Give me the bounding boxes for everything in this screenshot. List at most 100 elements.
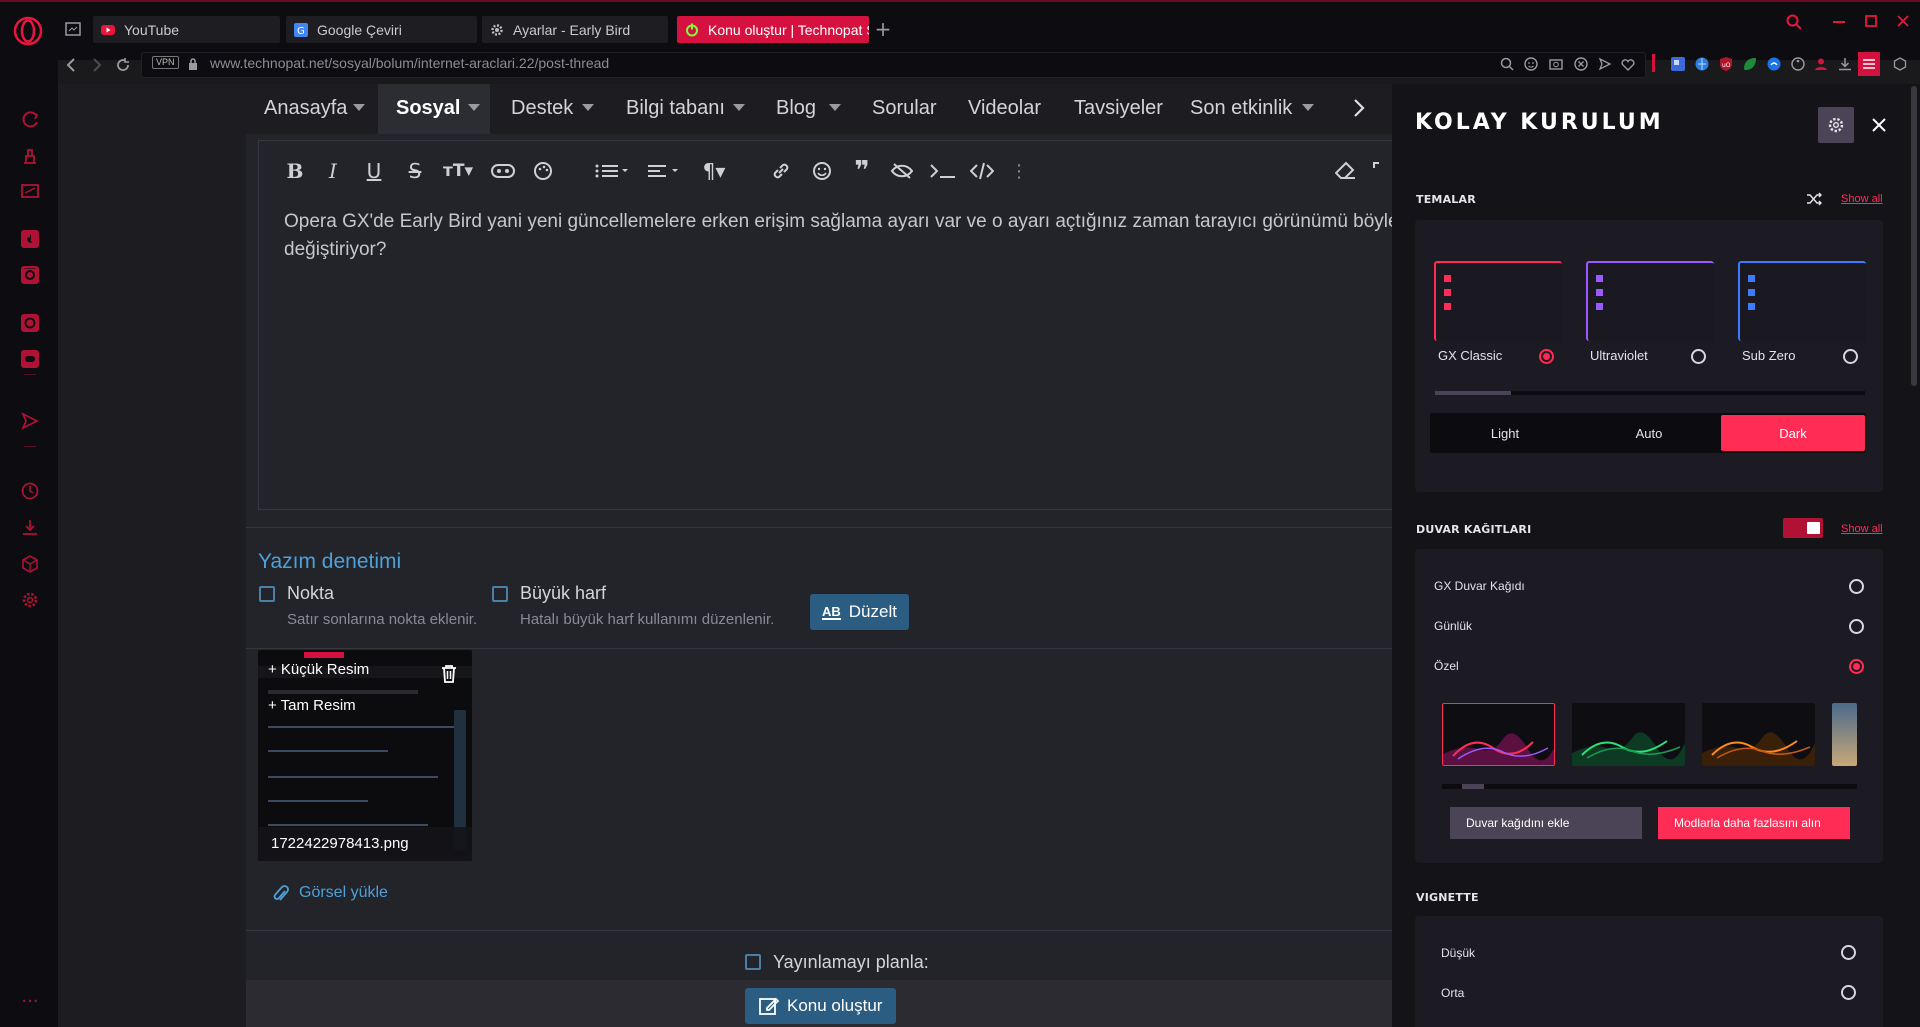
link-icon[interactable] bbox=[768, 158, 794, 184]
nav-caret-icon[interactable] bbox=[829, 104, 841, 111]
flow-send-icon[interactable] bbox=[1597, 56, 1613, 72]
vignette-option-label[interactable]: Orta bbox=[1441, 986, 1464, 1000]
thumbnail-insert-link[interactable]: + Küçük Resim bbox=[268, 661, 369, 678]
new-tab-plus-icon[interactable]: + bbox=[873, 17, 893, 41]
link-style-icon[interactable] bbox=[490, 158, 516, 184]
ublock-icon[interactable]: uO bbox=[1718, 56, 1734, 72]
full-image-insert-link[interactable]: + Tam Resim bbox=[268, 697, 356, 714]
nav-tavsiyeler[interactable]: Tavsiyeler bbox=[1074, 97, 1163, 120]
create-thread-button[interactable]: Konu oluştur bbox=[745, 988, 897, 1024]
vignette-medium-radio[interactable] bbox=[1841, 985, 1856, 1000]
mode-dark[interactable]: Dark bbox=[1721, 415, 1865, 451]
tab-settings[interactable]: Ayarlar - Early Bird bbox=[482, 16, 668, 43]
strikethrough-icon[interactable]: S bbox=[402, 158, 428, 184]
color-palette-icon[interactable] bbox=[530, 158, 556, 184]
close-window-icon[interactable] bbox=[1892, 10, 1914, 32]
theme-ultraviolet-preview[interactable] bbox=[1586, 261, 1714, 341]
paragraph-icon[interactable]: ¶▾ bbox=[696, 158, 732, 184]
gx-corner-icon[interactable] bbox=[19, 180, 41, 202]
wallpaper-option-label[interactable]: Özel bbox=[1434, 659, 1459, 673]
editor-box[interactable] bbox=[258, 140, 1392, 510]
wallpaper-option-label[interactable]: GX Duvar Kağıdı bbox=[1434, 579, 1525, 593]
forward-icon[interactable] bbox=[88, 56, 106, 74]
discord-icon[interactable] bbox=[19, 348, 41, 370]
extensions-icon[interactable] bbox=[19, 553, 41, 575]
code-icon[interactable] bbox=[969, 158, 995, 184]
twitch-icon[interactable] bbox=[19, 228, 41, 250]
vignette-option-label[interactable]: Düşük bbox=[1441, 946, 1475, 960]
wallpapers-scroll-thumb[interactable] bbox=[1462, 784, 1484, 789]
wallpaper-custom-radio[interactable] bbox=[1849, 659, 1864, 674]
back-icon[interactable] bbox=[62, 56, 80, 74]
period-label[interactable]: Nokta bbox=[287, 583, 334, 604]
vignette-low-radio[interactable] bbox=[1841, 945, 1856, 960]
tab-google-translate[interactable]: G Google Çeviri bbox=[286, 16, 477, 43]
vpn-badge[interactable]: VPN bbox=[152, 56, 179, 69]
themes-scroll-thumb[interactable] bbox=[1435, 391, 1511, 395]
tab-create-thread[interactable]: Konu oluştur | Technopat S bbox=[677, 16, 869, 43]
schedule-checkbox[interactable] bbox=[745, 954, 761, 970]
nav-next-arrow-icon[interactable] bbox=[1350, 96, 1368, 120]
mode-light[interactable]: Light bbox=[1433, 415, 1577, 451]
theme-gx-classic-label[interactable]: GX Classic bbox=[1438, 348, 1502, 363]
lock-icon[interactable] bbox=[187, 57, 199, 71]
panel-scrollbar[interactable] bbox=[1908, 84, 1920, 1027]
opera-logo-icon[interactable] bbox=[13, 16, 43, 46]
editor-text[interactable]: Opera GX'de Early Bird yani yeni güncell… bbox=[284, 208, 1394, 264]
wallpaper-toggle[interactable] bbox=[1783, 518, 1823, 538]
nav-sosyal[interactable]: Sosyal bbox=[396, 97, 460, 120]
bold-icon[interactable]: B bbox=[282, 158, 308, 184]
nav-caret-icon[interactable] bbox=[733, 104, 745, 111]
wallpapers-show-all-link[interactable]: Show all bbox=[1841, 523, 1883, 535]
download-icon[interactable] bbox=[1837, 56, 1853, 72]
gx-control-icon[interactable] bbox=[19, 108, 41, 130]
list-icon[interactable] bbox=[594, 158, 632, 184]
profile-extension-icon[interactable] bbox=[1813, 56, 1829, 72]
mode-auto[interactable]: Auto bbox=[1577, 415, 1721, 451]
send-icon[interactable] bbox=[19, 410, 41, 432]
wallpaper-thumb-green[interactable] bbox=[1572, 703, 1685, 766]
wallpaper-thumb-red[interactable] bbox=[1442, 703, 1555, 766]
wallpaper-gx-radio[interactable] bbox=[1849, 579, 1864, 594]
nav-caret-icon[interactable] bbox=[1302, 104, 1314, 111]
wallpapers-scrollbar[interactable] bbox=[1442, 784, 1857, 789]
more-options-icon[interactable]: ⋮ bbox=[1006, 158, 1032, 184]
nav-bilgi-tabani[interactable]: Bilgi tabanı bbox=[626, 97, 725, 120]
panel-settings-gear-icon[interactable] bbox=[1818, 107, 1854, 143]
heart-bookmark-icon[interactable] bbox=[1620, 56, 1636, 72]
wallpaper-daily-radio[interactable] bbox=[1849, 619, 1864, 634]
theme-sub-zero-radio[interactable] bbox=[1843, 349, 1858, 364]
url-text[interactable]: www.technopat.net/sosyal/bolum/internet-… bbox=[210, 55, 609, 71]
emoji-icon[interactable] bbox=[1523, 56, 1539, 72]
nav-destek[interactable]: Destek bbox=[511, 97, 573, 120]
adblock-icon[interactable] bbox=[1573, 56, 1589, 72]
leaf-extension-icon[interactable] bbox=[1742, 56, 1758, 72]
wallpaper-thumb-photo[interactable] bbox=[1832, 703, 1857, 766]
search-tabs-icon[interactable] bbox=[1784, 12, 1804, 32]
get-more-mods-button[interactable]: Modlarla daha fazlasını alın bbox=[1658, 807, 1850, 839]
trash-icon[interactable] bbox=[440, 664, 458, 684]
theme-ultraviolet-radio[interactable] bbox=[1691, 349, 1706, 364]
fullscreen-icon[interactable] bbox=[1372, 158, 1392, 184]
smiley-icon[interactable] bbox=[809, 158, 835, 184]
palette-extension-icon[interactable] bbox=[1790, 56, 1806, 72]
gx-cleaner-icon[interactable] bbox=[19, 144, 41, 166]
lens-icon[interactable] bbox=[1499, 56, 1515, 72]
minimize-icon[interactable] bbox=[1828, 10, 1850, 32]
extensions-cube-icon[interactable] bbox=[1892, 56, 1908, 72]
downloads-icon[interactable] bbox=[19, 516, 41, 538]
nav-anasayfa[interactable]: Anasayfa bbox=[264, 97, 347, 120]
nav-caret-icon[interactable] bbox=[582, 104, 594, 111]
panel-close-icon[interactable] bbox=[1868, 114, 1890, 136]
theme-ultraviolet-label[interactable]: Ultraviolet bbox=[1590, 348, 1648, 363]
spoiler-eye-icon[interactable] bbox=[889, 158, 915, 184]
quote-icon[interactable]: ❞ bbox=[849, 156, 875, 186]
theme-sub-zero-label[interactable]: Sub Zero bbox=[1742, 348, 1795, 363]
wallpaper-option-label[interactable]: Günlük bbox=[1434, 619, 1472, 633]
camera-icon[interactable] bbox=[1548, 56, 1564, 72]
easy-setup-menu-icon[interactable] bbox=[1858, 52, 1880, 76]
italic-icon[interactable]: I bbox=[320, 158, 346, 184]
history-clock-icon[interactable] bbox=[19, 480, 41, 502]
theme-gx-classic-preview[interactable] bbox=[1434, 261, 1562, 341]
eraser-icon[interactable] bbox=[1333, 158, 1359, 184]
